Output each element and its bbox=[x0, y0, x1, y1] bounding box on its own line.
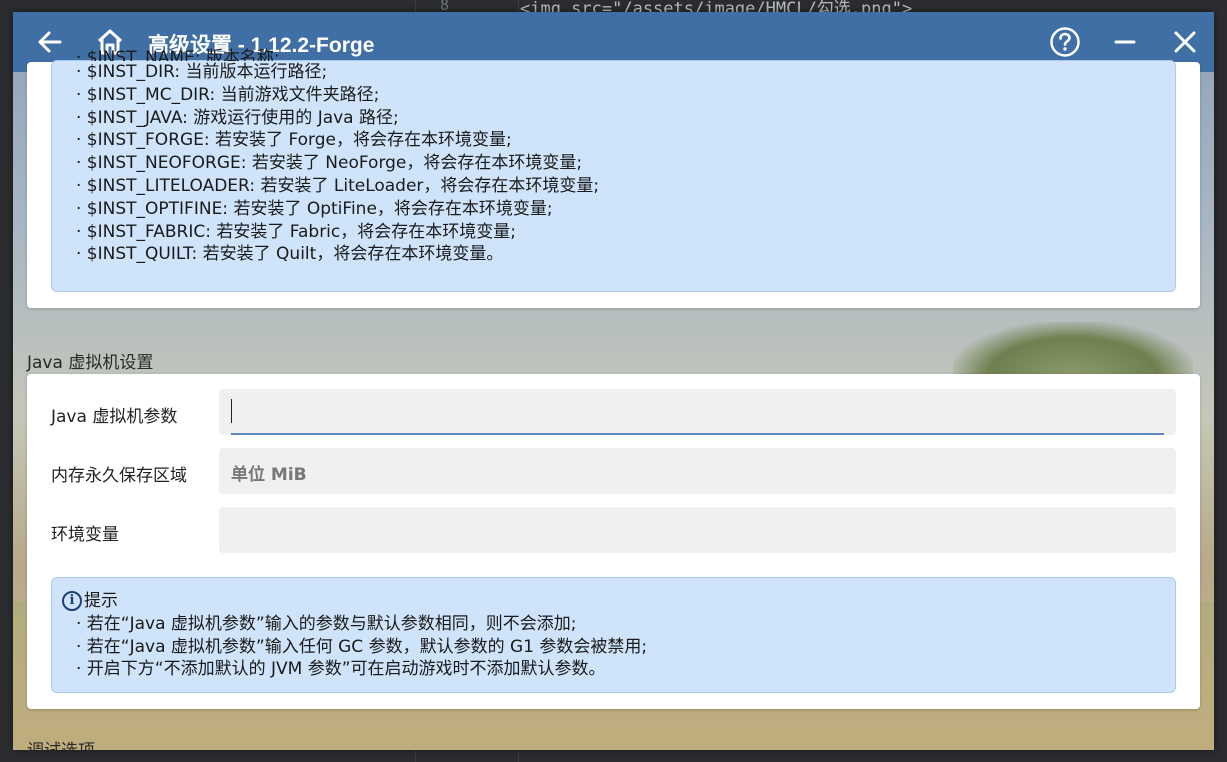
hint-line: · $INST_JAVA: 游戏运行使用的 Java 路径; bbox=[76, 107, 399, 128]
arrow-left-icon bbox=[38, 31, 62, 53]
jvm-settings-card: Java 虚拟机参数 内存永久保存区域 单位 MiB 环境变量 i 提示 · 若… bbox=[27, 374, 1200, 709]
settings-scroll-area[interactable]: · $INST_NAME: 版本名称; · $INST_DIR: 当前版本运行路… bbox=[13, 48, 1214, 750]
hint-line: · $INST_NEOFORGE: 若安装了 NeoForge，将会存在本环境变… bbox=[76, 153, 583, 174]
hint-line: · $INST_QUILT: 若安装了 Quilt，将会存在本环境变量。 bbox=[76, 244, 504, 265]
hint-line: · 开启下方“不添加默认的 JVM 参数”可在启动游戏时不添加默认参数。 bbox=[76, 659, 606, 680]
permgen-placeholder: 单位 MiB bbox=[231, 465, 307, 485]
jvm-hint-box: i 提示 · 若在“Java 虚拟机参数”输入的参数与默认参数相同，则不会添加;… bbox=[51, 577, 1176, 693]
hint-line: · 若在“Java 虚拟机参数”输入任何 GC 参数，默认参数的 G1 参数会被… bbox=[76, 636, 648, 657]
permgen-label: 内存永久保存区域 bbox=[51, 466, 187, 486]
hint-line: · $INST_MC_DIR: 当前游戏文件夹路径; bbox=[76, 84, 380, 105]
hint-line: · $INST_DIR: 当前版本运行路径; bbox=[76, 62, 328, 82]
back-button[interactable] bbox=[34, 26, 66, 58]
hint-line: · $INST_FORGE: 若安装了 Forge，将会存在本环境变量; bbox=[76, 130, 512, 151]
env-vars-label: 环境变量 bbox=[51, 525, 119, 545]
text-caret bbox=[231, 399, 232, 423]
hint-line: · $INST_LITELOADER: 若安装了 LiteLoader，将会存在… bbox=[76, 175, 600, 196]
focus-underline bbox=[231, 433, 1164, 435]
hint-title: 提示 bbox=[84, 591, 118, 611]
advanced-settings-window: 高级设置 - 1.12.2-Forge · $INST_NAME: 版本名称; … bbox=[13, 12, 1214, 750]
jvm-args-input[interactable] bbox=[219, 389, 1176, 435]
hint-header: i 提示 bbox=[62, 590, 1175, 613]
section-title-debug: 调试选项 bbox=[27, 736, 95, 750]
section-title-jvm: Java 虚拟机设置 bbox=[27, 353, 154, 373]
env-vars-input[interactable] bbox=[219, 507, 1176, 553]
jvm-args-label: Java 虚拟机参数 bbox=[51, 407, 178, 427]
env-variables-hint: · $INST_NAME: 版本名称; · $INST_DIR: 当前版本运行路… bbox=[51, 48, 1176, 292]
hint-line: · 若在“Java 虚拟机参数”输入的参数与默认参数相同，则不会添加; bbox=[76, 613, 577, 634]
hint-line: · $INST_FABRIC: 若安装了 Fabric，将会存在本环境变量; bbox=[76, 221, 516, 242]
info-icon: i bbox=[62, 591, 82, 612]
close-icon bbox=[1174, 31, 1196, 53]
hint-line: · $INST_NAME: 版本名称; bbox=[76, 48, 280, 61]
permgen-input[interactable]: 单位 MiB bbox=[219, 448, 1176, 494]
env-variables-card: · $INST_NAME: 版本名称; · $INST_DIR: 当前版本运行路… bbox=[27, 48, 1200, 308]
hint-line: · $INST_OPTIFINE: 若安装了 OptiFine，将会存在本环境变… bbox=[76, 198, 553, 219]
